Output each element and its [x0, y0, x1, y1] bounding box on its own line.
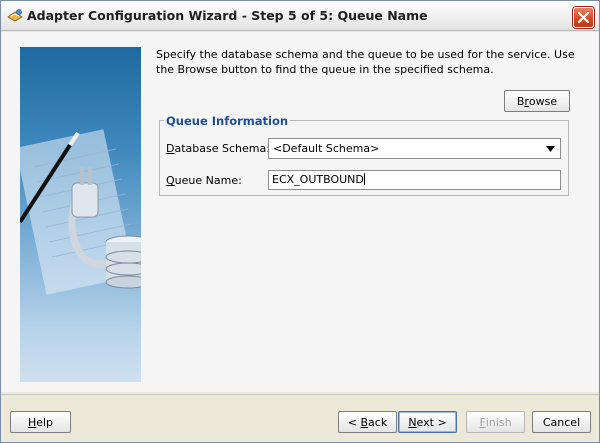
browse-button[interactable]: Br owse [504, 90, 570, 112]
next-button[interactable]: Next > [398, 411, 457, 433]
cancel-button[interactable]: Cancel [532, 411, 591, 433]
queue-information-title: Queue Information [164, 114, 291, 128]
wizard-side-illustration [20, 47, 141, 382]
close-icon [578, 12, 589, 23]
database-schema-select[interactable]: <Default Schema> [268, 138, 561, 159]
finish-button[interactable]: Finish [466, 411, 525, 433]
window-title: Adapter Configuration Wizard - Step 5 of… [27, 8, 428, 23]
close-button[interactable] [573, 7, 594, 28]
chevron-down-icon [546, 146, 555, 152]
text-caret [363, 173, 365, 185]
database-schema-label: Database Schema: [166, 142, 270, 155]
instructions-text: Specify the database schema and the queu… [156, 48, 575, 76]
wizard-window: Adapter Configuration Wizard - Step 5 of… [0, 0, 600, 443]
queue-name-label: Queue Name: [166, 174, 242, 187]
database-schema-value: <Default Schema> [273, 142, 380, 155]
back-button[interactable]: < Back [338, 411, 397, 433]
queue-name-value: ECX_OUTBOUND [272, 173, 364, 186]
footer-divider [1, 394, 599, 395]
queue-name-input[interactable]: ECX_OUTBOUND [268, 170, 561, 190]
title-bar[interactable]: Adapter Configuration Wizard - Step 5 of… [1, 1, 599, 31]
help-button[interactable]: Help [10, 411, 71, 433]
wizard-app-icon [6, 8, 24, 24]
